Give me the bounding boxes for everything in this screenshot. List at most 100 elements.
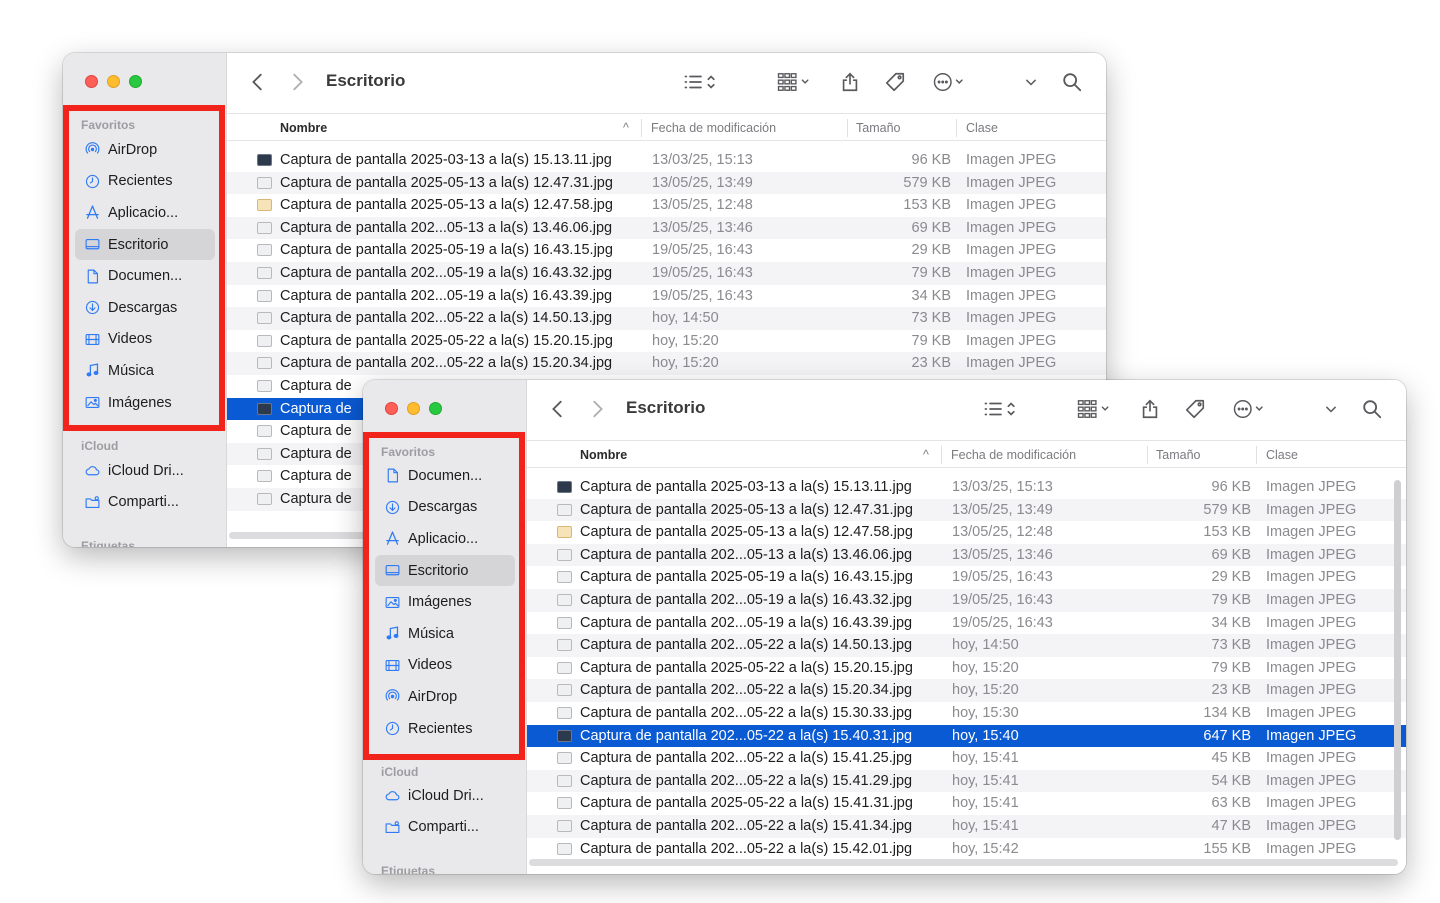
column-kind[interactable]: Clase <box>966 121 998 135</box>
file-row[interactable]: Captura de pantalla 2025-05-19 a la(s) 1… <box>227 239 1106 262</box>
sidebar-item-document[interactable]: Documen... <box>375 460 515 492</box>
close-button[interactable] <box>85 75 98 88</box>
more-actions-button[interactable] <box>1229 396 1273 422</box>
sidebar-item-label: Descargas <box>408 499 478 516</box>
group-button[interactable] <box>773 69 817 95</box>
sidebar-item-download[interactable]: Descargas <box>375 492 515 524</box>
sidebar-item-music[interactable]: Música <box>375 618 515 650</box>
search-button[interactable] <box>1060 69 1084 95</box>
file-row[interactable]: Captura de pantalla 2025-05-22 a la(s) 1… <box>527 657 1406 680</box>
column-name[interactable]: Nombre <box>580 448 627 462</box>
file-row[interactable]: Captura de pantalla 2025-05-22 a la(s) 1… <box>227 330 1106 353</box>
column-divider[interactable] <box>641 119 642 137</box>
sidebar-item-music[interactable]: Música <box>75 355 215 387</box>
sidebar-item-cloud[interactable]: iCloud Dri... <box>375 780 515 812</box>
vertical-scrollbar[interactable] <box>1394 480 1401 840</box>
column-date[interactable]: Fecha de modificación <box>951 448 1076 462</box>
sidebar-item-shared-folder[interactable]: Comparti... <box>375 812 515 844</box>
sidebar-item-film[interactable]: Videos <box>375 650 515 682</box>
file-kind: Imagen JPEG <box>966 152 1057 168</box>
sidebar-item-cloud[interactable]: iCloud Dri... <box>75 455 215 487</box>
file-row[interactable]: Captura de pantalla 202...05-22 a la(s) … <box>527 838 1406 861</box>
sidebar-item-photo[interactable]: Imágenes <box>375 586 515 618</box>
sidebar-item-download[interactable]: Descargas <box>75 292 215 324</box>
minimize-button[interactable] <box>407 402 420 415</box>
column-divider[interactable] <box>1256 446 1257 464</box>
column-divider[interactable] <box>1147 446 1148 464</box>
column-kind[interactable]: Clase <box>1266 448 1298 462</box>
file-row[interactable]: Captura de pantalla 202...05-22 a la(s) … <box>527 724 1406 748</box>
column-divider[interactable] <box>956 119 957 137</box>
sidebar-item-shared-folder[interactable]: Comparti... <box>75 487 215 519</box>
forward-button[interactable] <box>286 69 308 95</box>
file-row[interactable]: Captura de pantalla 202...05-22 a la(s) … <box>527 702 1406 725</box>
view-list-button[interactable] <box>979 396 1023 422</box>
file-row[interactable]: Captura de pantalla 2025-05-13 a la(s) 1… <box>527 521 1406 544</box>
file-row[interactable]: Captura de pantalla 2025-05-13 a la(s) 1… <box>527 498 1406 522</box>
file-row[interactable]: Captura de pantalla 202...05-22 a la(s) … <box>527 679 1406 702</box>
tags-button[interactable] <box>1183 396 1207 422</box>
sidebar-item-apps[interactable]: Aplicacio... <box>75 197 215 229</box>
file-kind: Imagen JPEG <box>1266 840 1357 857</box>
sidebar-item-document[interactable]: Documen... <box>75 260 215 292</box>
file-row[interactable]: Captura de pantalla 202...05-19 a la(s) … <box>227 262 1106 285</box>
tags-button[interactable] <box>883 69 907 95</box>
file-row[interactable]: Captura de pantalla 2025-03-13 a la(s) 1… <box>227 149 1106 172</box>
sidebar-item-clock[interactable]: Recientes <box>75 166 215 198</box>
search-button[interactable] <box>1360 396 1384 422</box>
file-row[interactable]: Captura de pantalla 2025-05-19 a la(s) 1… <box>527 566 1406 589</box>
file-row[interactable]: Captura de pantalla 202...05-22 a la(s) … <box>527 769 1406 793</box>
file-row[interactable]: Captura de pantalla 202...05-22 a la(s) … <box>227 352 1106 375</box>
column-size[interactable]: Tamaño <box>856 121 900 135</box>
overflow-button[interactable] <box>1021 69 1041 95</box>
file-size: 23 KB <box>911 355 952 372</box>
column-name[interactable]: Nombre <box>280 121 327 135</box>
share-button[interactable] <box>1138 396 1162 422</box>
column-divider[interactable] <box>941 446 942 464</box>
column-divider[interactable] <box>847 119 848 137</box>
file-row[interactable]: Captura de pantalla 2025-03-13 a la(s) 1… <box>527 476 1406 499</box>
sidebar-item-desktop[interactable]: Escritorio <box>75 228 215 261</box>
more-actions-button[interactable] <box>929 69 973 95</box>
zoom-button[interactable] <box>429 402 442 415</box>
file-row[interactable]: Captura de pantalla 202...05-13 a la(s) … <box>227 216 1106 240</box>
file-row[interactable]: Captura de pantalla 202...05-22 a la(s) … <box>527 815 1406 838</box>
file-date: 19/05/25, 16:43 <box>652 287 753 304</box>
sidebar-item-clock[interactable]: Recientes <box>375 713 515 745</box>
view-list-button[interactable] <box>679 69 723 95</box>
file-row[interactable]: Captura de pantalla 202...05-22 a la(s) … <box>227 307 1106 330</box>
overflow-button[interactable] <box>1321 396 1341 422</box>
forward-button[interactable] <box>586 396 608 422</box>
file-row[interactable]: Captura de pantalla 2025-05-13 a la(s) 1… <box>227 171 1106 195</box>
sidebar-favorites-list: AirDrop Recientes Aplicacio... Escritorio Do… <box>75 134 215 418</box>
file-row[interactable]: Captura de pantalla 202...05-19 a la(s) … <box>527 612 1406 635</box>
file-row[interactable]: Captura de pantalla 202...05-22 a la(s) … <box>527 747 1406 770</box>
file-row[interactable]: Captura de pantalla 202...05-19 a la(s) … <box>527 589 1406 612</box>
file-row[interactable]: Captura de pantalla 2025-05-22 a la(s) 1… <box>527 792 1406 815</box>
back-button[interactable] <box>247 69 269 95</box>
sidebar-item-label: Música <box>408 625 454 642</box>
share-button[interactable] <box>838 69 862 95</box>
zoom-button[interactable] <box>129 75 142 88</box>
back-button[interactable] <box>547 396 569 422</box>
column-size[interactable]: Tamaño <box>1156 448 1200 462</box>
sidebar-item-label: Comparti... <box>108 494 179 511</box>
file-name: Captura de <box>280 378 352 394</box>
sidebar-item-photo[interactable]: Imágenes <box>75 387 215 419</box>
file-row[interactable]: Captura de pantalla 202...05-19 a la(s) … <box>227 285 1106 308</box>
image-file-icon <box>557 797 572 810</box>
sidebar-item-apps[interactable]: Aplicacio... <box>375 523 515 555</box>
horizontal-scrollbar[interactable] <box>529 859 1398 866</box>
sidebar-item-airdrop[interactable]: AirDrop <box>75 134 215 166</box>
sidebar-item-film[interactable]: Videos <box>75 324 215 356</box>
column-date[interactable]: Fecha de modificación <box>651 121 776 135</box>
sidebar-item-airdrop[interactable]: AirDrop <box>375 681 515 713</box>
file-row[interactable]: Captura de pantalla 2025-05-13 a la(s) 1… <box>227 194 1106 217</box>
group-button[interactable] <box>1073 396 1117 422</box>
file-row[interactable]: Captura de pantalla 202...05-22 a la(s) … <box>527 634 1406 657</box>
file-row[interactable]: Captura de pantalla 202...05-13 a la(s) … <box>527 543 1406 567</box>
sidebar-item-desktop[interactable]: Escritorio <box>375 554 515 587</box>
minimize-button[interactable] <box>107 75 120 88</box>
close-button[interactable] <box>385 402 398 415</box>
apps-icon <box>383 530 401 548</box>
